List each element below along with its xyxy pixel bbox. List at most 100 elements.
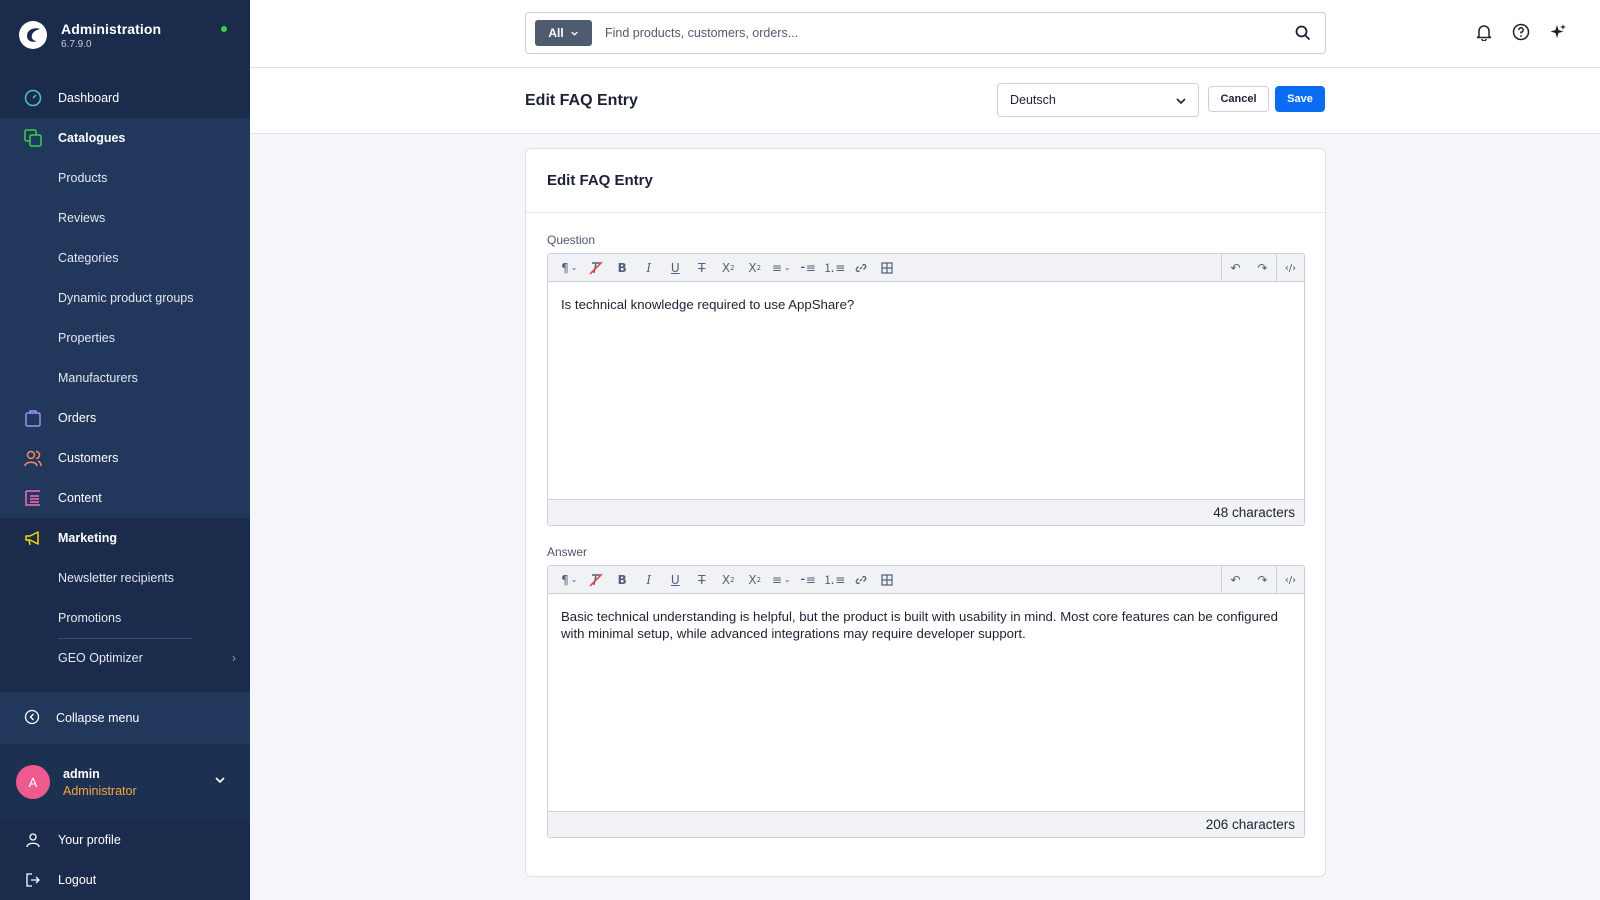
underline-icon[interactable]: U bbox=[662, 566, 689, 594]
table-icon[interactable] bbox=[874, 566, 901, 594]
remove-format-icon[interactable] bbox=[583, 566, 610, 594]
link-icon[interactable] bbox=[848, 566, 875, 594]
app-title: Administration bbox=[61, 20, 162, 37]
collapse-menu-button[interactable]: Collapse menu bbox=[0, 692, 250, 744]
sidebar-item-label: Dynamic product groups bbox=[58, 291, 194, 305]
orders-icon bbox=[24, 409, 42, 427]
align-icon[interactable]: ≡ ⌄ bbox=[768, 566, 795, 594]
bullet-list-icon[interactable]: ⁃≡ bbox=[795, 254, 822, 282]
sidebar-item-label: Orders bbox=[58, 411, 97, 425]
sidebar-item-label: Content bbox=[58, 491, 102, 505]
superscript-icon[interactable]: X2 bbox=[715, 566, 742, 594]
remove-format-icon[interactable] bbox=[583, 254, 610, 282]
subscript-icon[interactable]: X2 bbox=[742, 566, 769, 594]
sidebar-item-newsletter-recipients[interactable]: Newsletter recipients bbox=[0, 558, 250, 598]
search-scope-label: All bbox=[548, 26, 564, 40]
question-text[interactable]: Is technical knowledge required to use A… bbox=[548, 282, 1304, 327]
align-icon[interactable]: ≡ ⌄ bbox=[768, 254, 795, 282]
redo-icon[interactable]: ↷ bbox=[1249, 254, 1276, 282]
language-select[interactable]: Deutsch bbox=[997, 83, 1199, 117]
language-select-value: Deutsch bbox=[1010, 93, 1056, 107]
answer-char-count: 206 characters bbox=[548, 811, 1304, 837]
save-button[interactable]: Save bbox=[1275, 86, 1325, 112]
sparkle-icon[interactable] bbox=[1548, 22, 1568, 42]
sidebar-item-dashboard[interactable]: Dashboard bbox=[0, 78, 250, 118]
paragraph-format-icon[interactable]: ¶ ⌄ bbox=[556, 254, 583, 282]
cancel-button[interactable]: Cancel bbox=[1208, 86, 1269, 112]
undo-icon[interactable]: ↶ bbox=[1222, 254, 1249, 282]
collapse-menu-label: Collapse menu bbox=[56, 711, 140, 725]
search-input[interactable] bbox=[605, 26, 1265, 40]
italic-icon[interactable]: I bbox=[636, 566, 663, 594]
customers-icon bbox=[24, 449, 42, 467]
sidebar-item-label: Products bbox=[58, 171, 108, 185]
sidebar-item-customers[interactable]: Customers bbox=[0, 438, 250, 478]
sidebar-item-properties[interactable]: Properties bbox=[0, 318, 250, 358]
chevron-right-icon: › bbox=[232, 651, 236, 665]
strikethrough-icon[interactable]: T bbox=[689, 254, 716, 282]
numbered-list-icon[interactable]: ⒈≡ bbox=[821, 254, 848, 282]
sidebar-item-label: Promotions bbox=[58, 611, 122, 625]
sidebar-item-catalogues[interactable]: Catalogues bbox=[0, 118, 250, 158]
sidebar-item-label: Marketing bbox=[58, 531, 118, 545]
link-icon[interactable] bbox=[848, 254, 875, 282]
sidebar-item-dynamic-product-groups[interactable]: Dynamic product groups bbox=[0, 278, 250, 318]
search-icon[interactable] bbox=[1295, 25, 1311, 46]
sidebar-item-label: Your profile bbox=[58, 833, 121, 847]
sidebar-item-geo-optimizer[interactable]: GEO Optimizer › bbox=[0, 638, 250, 678]
bullet-list-icon[interactable]: ⁃≡ bbox=[795, 566, 822, 594]
bold-icon[interactable]: B bbox=[609, 566, 636, 594]
user-role: Administrator bbox=[63, 783, 137, 798]
underline-icon[interactable]: U bbox=[662, 254, 689, 282]
account-nav: Your profile Logout bbox=[0, 820, 250, 900]
code-view-icon[interactable]: ‹/› bbox=[1277, 566, 1304, 594]
sidebar-item-categories[interactable]: Categories bbox=[0, 238, 250, 278]
sidebar-item-reviews[interactable]: Reviews bbox=[0, 198, 250, 238]
sidebar-item-label: Properties bbox=[58, 331, 115, 345]
italic-icon[interactable]: I bbox=[636, 254, 663, 282]
strikethrough-icon[interactable]: T bbox=[689, 566, 716, 594]
undo-icon[interactable]: ↶ bbox=[1222, 566, 1249, 594]
page-title: Edit FAQ Entry bbox=[525, 92, 638, 109]
card-title: Edit FAQ Entry bbox=[526, 149, 1325, 213]
code-view-icon[interactable]: ‹/› bbox=[1277, 254, 1304, 282]
marketing-icon bbox=[24, 529, 42, 547]
paragraph-format-icon[interactable]: ¶ ⌄ bbox=[556, 566, 583, 594]
chevron-down-icon bbox=[570, 31, 578, 36]
sidebar-item-marketing[interactable]: Marketing bbox=[0, 518, 250, 558]
answer-label: Answer bbox=[547, 545, 588, 559]
logout-icon bbox=[24, 871, 42, 889]
top-bar: All bbox=[250, 0, 1600, 68]
sidebar-item-promotions[interactable]: Promotions bbox=[0, 598, 250, 638]
sidebar-item-your-profile[interactable]: Your profile bbox=[0, 820, 250, 860]
help-icon[interactable] bbox=[1511, 22, 1531, 42]
table-icon[interactable] bbox=[874, 254, 901, 282]
redo-icon[interactable]: ↷ bbox=[1249, 566, 1276, 594]
sidebar-item-content[interactable]: Content bbox=[0, 478, 250, 518]
numbered-list-icon[interactable]: ⒈≡ bbox=[821, 566, 848, 594]
brand-header[interactable]: Administration 6.7.9.0 bbox=[0, 0, 250, 70]
sidebar-item-logout[interactable]: Logout bbox=[0, 860, 250, 900]
question-label: Question bbox=[547, 233, 596, 247]
bell-icon[interactable] bbox=[1474, 22, 1494, 42]
editor-toolbar: ¶ ⌄ B I U T X2 X2 ≡ ⌄ ⁃≡ ⒈≡ ↶ ↷ ‹/› bbox=[548, 566, 1304, 594]
user-icon bbox=[24, 831, 42, 849]
answer-text[interactable]: Basic technical understanding is helpful… bbox=[548, 594, 1304, 656]
sidebar-item-orders[interactable]: Orders bbox=[0, 398, 250, 438]
sidebar-item-manufacturers[interactable]: Manufacturers bbox=[0, 358, 250, 398]
superscript-icon[interactable]: X2 bbox=[715, 254, 742, 282]
app-version: 6.7.9.0 bbox=[61, 38, 92, 50]
chevron-down-icon bbox=[214, 773, 226, 791]
question-editor: ¶⌄ B I U T X2 X2 ≡⌄ ⁃≡ ⒈≡ ↶ ↷ ‹/› Is t bbox=[547, 253, 1305, 526]
sidebar: Administration 6.7.9.0 Dashboard Catalog… bbox=[0, 0, 250, 900]
faq-edit-card: Edit FAQ Entry Question ¶ ⌄ B I U T X2 X2… bbox=[525, 148, 1326, 877]
avatar: A bbox=[16, 765, 50, 799]
bold-icon[interactable]: B bbox=[609, 254, 636, 282]
shopware-logo-icon bbox=[19, 21, 47, 49]
sidebar-item-label: Dashboard bbox=[58, 91, 120, 105]
user-menu[interactable]: A admin Administrator bbox=[0, 744, 250, 820]
search-scope-dropdown[interactable]: All bbox=[535, 20, 592, 46]
sidebar-item-label: Catalogues bbox=[58, 131, 126, 145]
sidebar-item-products[interactable]: Products bbox=[0, 158, 250, 198]
subscript-icon[interactable]: X2 bbox=[742, 254, 769, 282]
